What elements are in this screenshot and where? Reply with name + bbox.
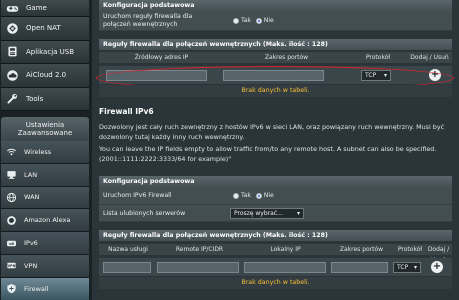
- ipv6-rules-table-header: Reguły firewalla dla połączeń wewnętrzny…: [99, 230, 452, 241]
- favorites-select-value: Proszę wybrać...: [234, 210, 283, 217]
- service-name-input[interactable]: [103, 262, 151, 273]
- sidebar-item-tools[interactable]: Tools: [1, 87, 89, 111]
- radio-yes-label: Tak: [241, 17, 251, 24]
- sidebar-item-vpn[interactable]: VPN VPN: [1, 254, 89, 278]
- sidebar-item-wireless[interactable]: Wireless: [1, 141, 89, 164]
- sidebar-item-label: IPv6: [24, 239, 38, 248]
- sidebar-item-label: WAN: [24, 193, 40, 202]
- wifi-icon: [5, 145, 18, 158]
- sidebar-item-wan[interactable]: WAN: [1, 186, 89, 210]
- open-nat-icon: [5, 21, 20, 36]
- ipv6-port-range-input[interactable]: [331, 262, 388, 273]
- usb-icon: [5, 44, 20, 59]
- gamepad-icon: [5, 1, 20, 16]
- advanced-settings-header: Ustawienia Zaawansowane: [1, 117, 89, 141]
- svg-text:VPN: VPN: [8, 264, 16, 268]
- rules-table-columns: Źródłowy adres IP Zakres portów Protokół…: [99, 52, 452, 63]
- remote-ip-input[interactable]: [157, 262, 239, 273]
- sidebar-item-ipv6[interactable]: v6 IPv6: [1, 232, 89, 255]
- radio-no-label: Nie: [263, 17, 274, 24]
- chevron-down-icon: ▾: [413, 264, 417, 271]
- ipv6-radio-yes-label: Tak: [241, 192, 251, 199]
- sidebar-item-amazon-alexa[interactable]: Amazon Alexa: [1, 209, 89, 233]
- column-service-name: Nazwa usługi: [108, 246, 148, 253]
- ipv6-enable-row: Uruchom IPv6 Firewall Tak Nie: [99, 187, 452, 205]
- sidebar-item-label: LAN: [24, 170, 38, 179]
- sidebar-item-label: Game: [26, 4, 47, 12]
- sidebar-item-lan[interactable]: LAN: [1, 163, 89, 187]
- ipv6-description: Dozwolony jest cały ruch zewnętrzny z ho…: [99, 123, 445, 141]
- ipv6-rules-table-columns: Nazwa usługi Remote IP/CIDR Lokalny IP Z…: [99, 244, 452, 264]
- sidebar-item-label: Amazon Alexa: [24, 216, 71, 225]
- sidebar: Game Open NAT Aplikacja USB AiCloud 2.0 …: [0, 0, 92, 300]
- plus-icon: +: [432, 261, 442, 272]
- ipv6-rules-empty-message: Brak danych w tabeli.: [99, 277, 452, 289]
- sidebar-item-label: Wireless: [24, 147, 52, 156]
- sidebar-item-label: Tools: [26, 94, 44, 103]
- sidebar-item-label: Aplikacja USB: [26, 47, 75, 56]
- rules-table-header: Reguły firewalla dla połączeń wewnętrzny…: [99, 39, 452, 50]
- sidebar-item-game[interactable]: Game: [1, 0, 89, 17]
- sidebar-item-label: AiCloud 2.0: [26, 71, 67, 80]
- favorites-row: Lista ulubionych serwerów Proszę wybrać.…: [99, 205, 452, 222]
- column-protocol: Protokół: [365, 54, 391, 61]
- sidebar-item-usb[interactable]: Aplikacja USB: [1, 40, 89, 64]
- general-menu: Game Open NAT Aplikacja USB AiCloud 2.0 …: [0, 0, 92, 111]
- sidebar-item-firewall[interactable]: Firewall: [1, 277, 89, 300]
- column-local-ip: Lokalny IP: [270, 246, 301, 253]
- column-source-ip: Źródłowy adres IP: [134, 54, 189, 61]
- firewall-icon: [5, 282, 18, 295]
- ipv6-rules-input-row: TCP ▾ +: [99, 258, 452, 276]
- column-port-range: Zakres portów: [264, 54, 309, 61]
- ipv6-enable-radios: Tak Nie: [230, 192, 274, 199]
- ipv6-radio-no[interactable]: [255, 192, 262, 199]
- column-remote-ip: Remote IP/CIDR: [175, 246, 224, 253]
- alexa-icon: [5, 214, 18, 227]
- enable-internal-rules-label: Uruchom reguły firewalla dla połączeń we…: [103, 13, 193, 28]
- radio-yes[interactable]: [233, 17, 239, 24]
- sidebar-item-label: VPN: [24, 261, 38, 270]
- enable-internal-rules-row: Uruchom reguły firewalla dla połączeń we…: [99, 11, 452, 31]
- lan-icon: [5, 168, 18, 181]
- favorites-select[interactable]: Proszę wybrać... ▾: [230, 208, 304, 219]
- chevron-down-icon: ▾: [296, 210, 300, 217]
- sidebar-item-open-nat[interactable]: Open NAT: [1, 17, 89, 41]
- tools-icon: [5, 91, 20, 106]
- sidebar-item-aicloud[interactable]: AiCloud 2.0: [1, 64, 89, 88]
- ipv6-firewall-title: Firewall IPv6: [99, 107, 154, 116]
- ipv6-basic-config-header: Konfiguracja podstawowa: [99, 176, 452, 187]
- ipv6-protocol-select-value: TCP: [397, 264, 409, 271]
- ipv6-hint: You can leave the IP fields empty to all…: [99, 145, 437, 163]
- ipv6-radio-no-label: Nie: [263, 192, 274, 199]
- rules-empty-message: Brak danych w tabeli.: [99, 85, 452, 97]
- basic-config-header: Konfiguracja podstawowa: [99, 0, 452, 11]
- sidebar-item-label: Open NAT: [26, 24, 61, 33]
- ipv6-protocol-select[interactable]: TCP ▾: [393, 262, 421, 273]
- vpn-icon: VPN: [5, 259, 18, 272]
- sidebar-item-label: Firewall: [24, 284, 49, 293]
- local-ip-input[interactable]: [244, 262, 326, 273]
- advanced-menu: Wireless LAN WAN Amazon Alexa v6 IPv6 VP…: [0, 141, 92, 300]
- favorites-label: Lista ulubionych serwerów: [103, 210, 186, 217]
- ipv6-icon: v6: [5, 237, 18, 250]
- svg-text:v6: v6: [9, 241, 14, 246]
- enable-internal-rules-radios: Tak Nie: [230, 17, 274, 24]
- ipv6-radio-yes[interactable]: [233, 192, 239, 199]
- ipv6-add-rule-button[interactable]: +: [431, 261, 443, 273]
- column-port-range: Zakres portów: [339, 246, 384, 253]
- main-content: Konfiguracja podstawowa Uruchom reguły f…: [92, 0, 459, 300]
- globe-icon: [5, 191, 18, 204]
- radio-no[interactable]: [255, 17, 262, 24]
- cloud-icon: [5, 68, 20, 83]
- ipv6-enable-label: Uruchom IPv6 Firewall: [103, 192, 172, 199]
- column-add-delete: Dodaj / Usuń: [410, 54, 449, 61]
